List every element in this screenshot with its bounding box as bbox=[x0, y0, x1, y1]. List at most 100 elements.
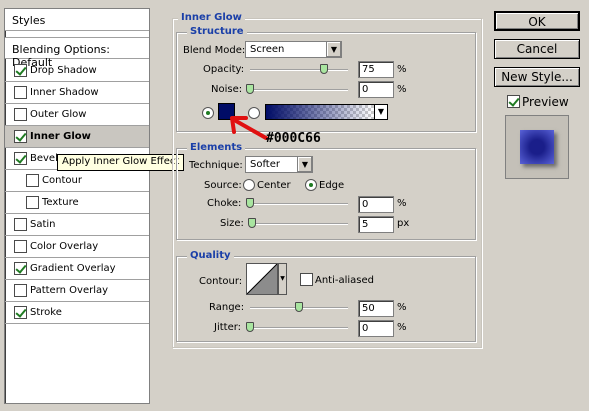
size-slider[interactable] bbox=[250, 223, 348, 225]
inner-shadow-checkbox[interactable] bbox=[14, 86, 27, 99]
style-item-label: Pattern Overlay bbox=[30, 285, 109, 296]
choke-unit: % bbox=[397, 198, 407, 209]
anti-aliased-checkbox[interactable] bbox=[300, 273, 313, 286]
contour-preview[interactable] bbox=[246, 263, 278, 295]
range-unit: % bbox=[397, 302, 407, 313]
tooltip: Apply Inner Glow Effect bbox=[57, 154, 185, 171]
choke-input[interactable]: 0 bbox=[358, 196, 394, 213]
cancel-button[interactable]: Cancel bbox=[494, 39, 580, 59]
technique-label: Technique: bbox=[189, 160, 243, 171]
chevron-down-icon: ▼ bbox=[280, 275, 285, 282]
opacity-slider-thumb[interactable] bbox=[319, 64, 328, 74]
styles-header-label: Styles bbox=[12, 14, 46, 27]
contour-dropdown-button[interactable]: ▼ bbox=[278, 263, 287, 295]
style-item-label: Texture bbox=[42, 197, 79, 208]
source-center-label: Center bbox=[257, 180, 291, 191]
style-item-contour[interactable]: Contour bbox=[5, 170, 149, 192]
texture-checkbox[interactable] bbox=[26, 196, 39, 209]
choke-slider[interactable] bbox=[250, 203, 348, 205]
noise-slider[interactable] bbox=[250, 89, 348, 91]
gradient-dropdown-button[interactable]: ▼ bbox=[374, 104, 388, 120]
blend-mode-label: Blend Mode: bbox=[183, 45, 246, 56]
size-unit: px bbox=[397, 218, 410, 229]
size-input[interactable]: 5 bbox=[358, 216, 394, 233]
contour-checkbox[interactable] bbox=[26, 174, 39, 187]
blend-mode-select[interactable]: Screen ▼ bbox=[245, 41, 342, 58]
styles-panel: Styles Blending Options: Default Drop Sh… bbox=[4, 8, 150, 404]
style-item-stroke[interactable]: Stroke bbox=[5, 302, 149, 324]
solid-color-radio[interactable] bbox=[202, 107, 214, 119]
drop-shadow-checkbox[interactable] bbox=[14, 64, 27, 77]
source-edge-label: Edge bbox=[319, 180, 345, 191]
inner-glow-checkbox[interactable] bbox=[14, 130, 27, 143]
bevel-emboss-checkbox[interactable] bbox=[14, 152, 27, 165]
chevron-down-icon: ▼ bbox=[297, 157, 312, 172]
noise-unit: % bbox=[397, 84, 407, 95]
style-item-satin[interactable]: Satin bbox=[5, 214, 149, 236]
jitter-slider[interactable] bbox=[250, 327, 348, 329]
gradient-swatch[interactable] bbox=[265, 104, 375, 120]
style-item-inner-glow[interactable]: Inner Glow bbox=[5, 126, 149, 148]
style-preview-square bbox=[520, 130, 554, 164]
opacity-label: Opacity: bbox=[203, 64, 245, 75]
source-center-radio[interactable] bbox=[243, 179, 255, 191]
style-item-color-overlay[interactable]: Color Overlay bbox=[5, 236, 149, 258]
style-item-texture[interactable]: Texture bbox=[5, 192, 149, 214]
size-slider-thumb[interactable] bbox=[247, 218, 256, 228]
new-style-button[interactable]: New Style... bbox=[494, 67, 580, 87]
opacity-unit: % bbox=[397, 64, 407, 75]
color-hex-annotation: #000C66 bbox=[266, 131, 321, 146]
style-item-inner-shadow[interactable]: Inner Shadow bbox=[5, 82, 149, 104]
blend-mode-value: Screen bbox=[250, 44, 285, 55]
contour-linear-icon bbox=[246, 263, 278, 295]
choke-slider-thumb[interactable] bbox=[246, 198, 254, 208]
source-label: Source: bbox=[204, 180, 242, 191]
size-label: Size: bbox=[220, 218, 244, 229]
style-item-pattern-overlay[interactable]: Pattern Overlay bbox=[5, 280, 149, 302]
style-preview-box bbox=[505, 115, 569, 179]
opacity-slider[interactable] bbox=[250, 69, 348, 71]
style-item-label: Bevel bbox=[30, 153, 58, 164]
satin-checkbox[interactable] bbox=[14, 218, 27, 231]
styles-header: Styles bbox=[5, 9, 149, 31]
pattern-overlay-checkbox[interactable] bbox=[14, 284, 27, 297]
style-item-label: Drop Shadow bbox=[30, 65, 97, 76]
noise-input[interactable]: 0 bbox=[358, 81, 394, 98]
range-label: Range: bbox=[209, 302, 245, 313]
gradient-overlay-checkbox[interactable] bbox=[14, 262, 27, 275]
chevron-down-icon: ▼ bbox=[326, 42, 341, 57]
style-item-label: Color Overlay bbox=[30, 241, 99, 252]
style-item-label: Satin bbox=[30, 219, 56, 230]
source-edge-radio[interactable] bbox=[305, 179, 317, 191]
style-item-outer-glow[interactable]: Outer Glow bbox=[5, 104, 149, 126]
noise-label: Noise: bbox=[211, 84, 243, 95]
jitter-label: Jitter: bbox=[214, 322, 242, 333]
ok-button[interactable]: OK bbox=[494, 11, 580, 31]
blending-options-item[interactable]: Blending Options: Default bbox=[5, 37, 149, 69]
opacity-input[interactable]: 75 bbox=[358, 61, 394, 78]
stroke-checkbox[interactable] bbox=[14, 306, 27, 319]
range-input[interactable]: 50 bbox=[358, 300, 394, 317]
structure-title: Structure bbox=[187, 26, 247, 38]
preview-label: Preview bbox=[522, 95, 569, 109]
contour-label: Contour: bbox=[199, 276, 243, 287]
elements-title: Elements bbox=[187, 142, 246, 154]
outer-glow-checkbox[interactable] bbox=[14, 108, 27, 121]
style-item-label: Stroke bbox=[30, 307, 62, 318]
chevron-down-icon: ▼ bbox=[377, 107, 385, 116]
jitter-input[interactable]: 0 bbox=[358, 320, 394, 337]
inner-glow-title: Inner Glow bbox=[178, 12, 245, 24]
style-item-label: Inner Glow bbox=[30, 131, 91, 142]
noise-slider-thumb[interactable] bbox=[246, 84, 254, 94]
jitter-unit: % bbox=[397, 322, 407, 333]
technique-select[interactable]: Softer ▼ bbox=[245, 156, 313, 173]
style-item-gradient-overlay[interactable]: Gradient Overlay bbox=[5, 258, 149, 280]
style-item-label: Inner Shadow bbox=[30, 87, 99, 98]
jitter-slider-thumb[interactable] bbox=[246, 322, 254, 332]
range-slider-thumb[interactable] bbox=[295, 302, 303, 312]
preview-checkbox[interactable] bbox=[507, 95, 520, 108]
style-item-drop-shadow[interactable]: Drop Shadow bbox=[5, 60, 149, 82]
technique-value: Softer bbox=[250, 159, 280, 170]
anti-aliased-label: Anti-aliased bbox=[315, 275, 375, 286]
color-overlay-checkbox[interactable] bbox=[14, 240, 27, 253]
